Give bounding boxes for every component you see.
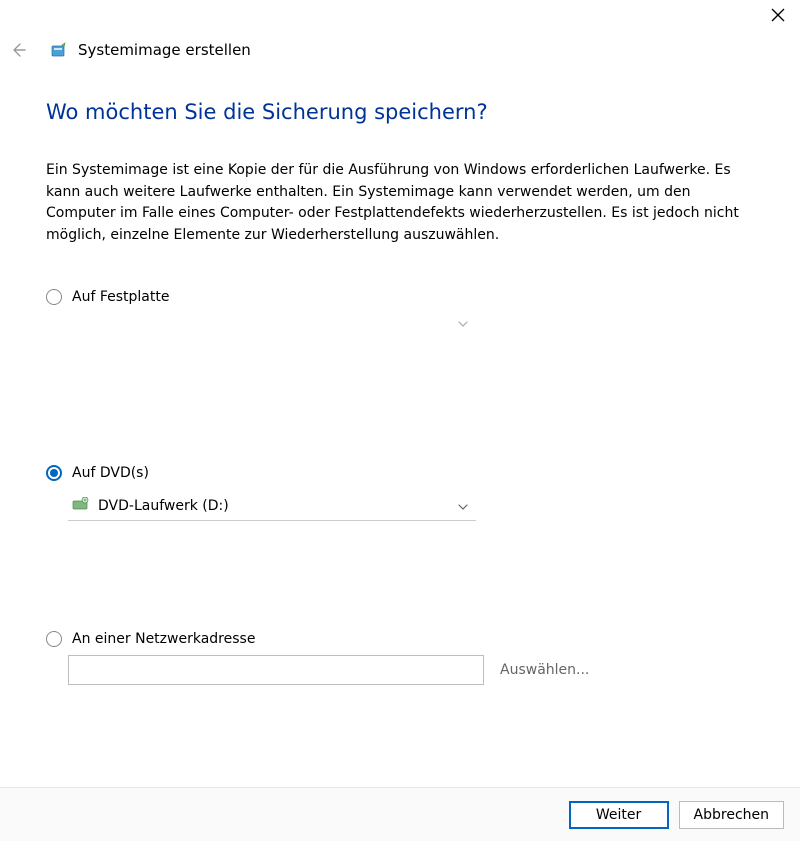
back-arrow-icon <box>10 42 26 58</box>
cancel-button[interactable]: Abbrechen <box>679 801 784 829</box>
radio-icon <box>46 631 62 647</box>
hard-disk-dropdown[interactable] <box>68 305 476 335</box>
page-heading: Wo möchten Sie die Sicherung speichern? <box>46 100 754 124</box>
chevron-down-icon <box>458 315 468 331</box>
radio-hard-disk[interactable]: Auf Festplatte <box>46 289 754 305</box>
wizard-icon <box>50 41 68 59</box>
dvd-drive-dropdown[interactable]: DVD-Laufwerk (D:) <box>68 493 476 521</box>
close-button[interactable] <box>768 5 788 25</box>
network-path-input[interactable] <box>68 655 484 685</box>
radio-label: Auf Festplatte <box>72 289 169 305</box>
radio-label: Auf DVD(s) <box>72 465 149 481</box>
wizard-title: Systemimage erstellen <box>78 41 251 59</box>
dvd-drive-icon <box>72 497 90 515</box>
network-browse-button[interactable]: Auswählen... <box>500 662 589 678</box>
radio-dvd[interactable]: Auf DVD(s) <box>46 465 754 481</box>
radio-network[interactable]: An einer Netzwerkadresse <box>46 631 754 647</box>
radio-label: An einer Netzwerkadresse <box>72 631 255 647</box>
chevron-down-icon <box>458 498 468 514</box>
next-button[interactable]: Weiter <box>569 801 669 829</box>
dialog-footer: Weiter Abbrechen <box>0 787 800 841</box>
dvd-drive-label: DVD-Laufwerk (D:) <box>98 498 229 514</box>
close-icon <box>771 8 785 22</box>
page-description: Ein Systemimage ist eine Kopie der für d… <box>46 160 754 247</box>
radio-icon <box>46 465 62 481</box>
back-button[interactable] <box>8 40 28 60</box>
radio-icon <box>46 289 62 305</box>
